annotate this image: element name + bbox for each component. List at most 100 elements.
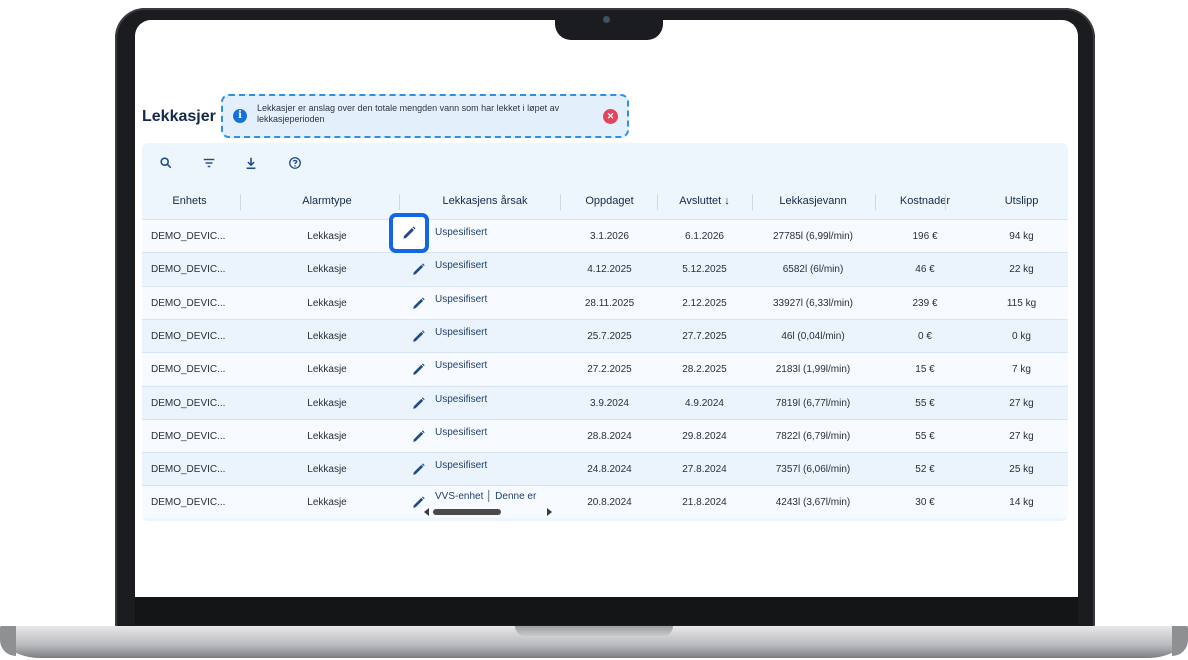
cause-cell: VVS-enhet │ Denne er xyxy=(435,491,537,503)
cost-cell: 46 € xyxy=(915,264,935,276)
ended-cell: 4.9.2024 xyxy=(685,397,724,409)
discovered-cell: 24.8.2024 xyxy=(587,464,632,476)
cause-cell: Uspesifisert xyxy=(435,227,488,238)
cost-cell: 239 € xyxy=(912,297,938,309)
alarm-type-cell: Lekkasje xyxy=(307,430,347,442)
emission-cell: 0 kg xyxy=(1012,330,1031,342)
column-header-cause[interactable]: Lekkasjens årsak xyxy=(410,183,560,219)
alarm-type-cell: Lekkasje xyxy=(307,231,347,242)
emission-cell: 27 kg xyxy=(1009,397,1034,409)
table-row[interactable]: DEMO_DEVIC... Lekkasje Uspesifisert 25.7.20… xyxy=(142,318,1068,352)
scrollbar-thumb[interactable] xyxy=(433,509,501,516)
ended-cell: 29.8.2024 xyxy=(682,430,727,442)
alarm-type-cell: Lekkasje xyxy=(307,397,347,409)
laptop-mockup: Lekkasjer i Lekkasjer er anslag over den… xyxy=(0,0,1188,660)
edit-cause-button[interactable] xyxy=(410,395,427,412)
table-row[interactable]: DEMO_DEVIC... Lekkasje Uspesifisert 4.12.20… xyxy=(142,252,1068,286)
edit-cause-button[interactable] xyxy=(410,461,427,478)
column-header-water[interactable]: Lekkasjevann xyxy=(752,183,874,219)
column-header-discovered[interactable]: Oppdaget xyxy=(562,183,657,219)
cost-cell: 55 € xyxy=(915,397,935,409)
water-cell: 7822l (6,79l/min) xyxy=(775,430,851,442)
edit-cause-button-highlighted[interactable] xyxy=(389,213,429,253)
water-cell: 7819l (6,77l/min) xyxy=(775,397,851,409)
alarm-type-cell: Lekkasje xyxy=(307,330,347,342)
alarm-type-cell: Lekkasje xyxy=(307,464,347,476)
download-icon[interactable] xyxy=(243,156,259,172)
device-cell: DEMO_DEVIC... xyxy=(151,364,226,376)
ended-cell: 27.7.2025 xyxy=(682,330,727,342)
table-row[interactable]: DEMO_DEVIC... Lekkasje Uspesifisert 24.8.20… xyxy=(142,452,1068,486)
edit-cause-button[interactable] xyxy=(410,361,427,378)
emission-cell: 27 kg xyxy=(1009,430,1034,442)
laptop-opening-notch xyxy=(515,626,673,636)
device-cell: DEMO_DEVIC... xyxy=(151,297,226,309)
water-cell: 27785l (6,99l/min) xyxy=(772,231,854,242)
cost-cell: 30 € xyxy=(915,497,935,509)
column-header-alarm-type[interactable]: Alarmtype xyxy=(252,183,402,219)
column-header-device[interactable]: Enhets xyxy=(142,183,237,219)
column-divider xyxy=(240,194,241,210)
column-divider xyxy=(560,194,561,210)
column-divider xyxy=(399,194,400,210)
scroll-left-arrow-icon[interactable] xyxy=(424,508,429,517)
cost-cell: 196 € xyxy=(912,231,938,242)
table-row[interactable]: DEMO_DEVIC... Lekkasje VVS-enhet │ Denne e… xyxy=(142,485,1068,519)
cause-cell: Uspesifisert xyxy=(435,293,488,305)
edit-cause-button[interactable] xyxy=(410,261,427,278)
ended-cell: 21.8.2024 xyxy=(682,497,727,509)
device-cell: DEMO_DEVIC... xyxy=(151,231,226,242)
column-divider xyxy=(945,194,946,210)
discovered-cell: 28.11.2025 xyxy=(584,297,635,309)
emission-cell: 14 kg xyxy=(1009,497,1034,509)
screen-bottom-bezel xyxy=(135,597,1078,625)
table-header: Enhets Alarmtype Lekkasjens årsak Oppdag… xyxy=(142,183,1068,219)
emission-cell: 22 kg xyxy=(1009,264,1034,276)
alarm-type-cell: Lekkasje xyxy=(307,497,347,509)
device-cell: DEMO_DEVIC... xyxy=(151,264,226,276)
filter-icon[interactable] xyxy=(201,156,217,172)
discovered-cell: 28.8.2024 xyxy=(587,430,632,442)
scroll-right-arrow-icon[interactable] xyxy=(547,508,552,517)
table-row[interactable]: DEMO_DEVIC... Lekkasje Uspesifisert 3.1.202… xyxy=(142,219,1068,252)
cause-cell: Uspesifisert xyxy=(435,426,488,438)
column-header-emission[interactable]: Utslipp xyxy=(975,183,1068,219)
alarm-type-cell: Lekkasje xyxy=(307,297,347,309)
water-cell: 2183l (1,99l/min) xyxy=(775,364,851,376)
discovered-cell: 20.8.2024 xyxy=(587,497,632,509)
discovered-cell: 3.9.2024 xyxy=(590,397,629,409)
cause-cell: Uspesifisert xyxy=(435,393,488,405)
device-cell: DEMO_DEVIC... xyxy=(151,330,226,342)
info-banner-text: Lekkasjer er anslag over den totale meng… xyxy=(257,103,560,124)
cost-cell: 55 € xyxy=(915,430,935,442)
water-cell: 33927l (6,33l/min) xyxy=(772,297,854,309)
edit-cause-button[interactable] xyxy=(410,428,427,445)
search-icon[interactable] xyxy=(158,156,174,172)
table-row[interactable]: DEMO_DEVIC... Lekkasje Uspesifisert 3.9.202… xyxy=(142,385,1068,419)
table-row[interactable]: DEMO_DEVIC... Lekkasje Uspesifisert 28.11.2… xyxy=(142,285,1068,319)
help-icon[interactable] xyxy=(287,156,303,172)
ended-cell: 5.12.2025 xyxy=(682,264,727,276)
page-title: Lekkasjer xyxy=(142,108,216,125)
table-row[interactable]: DEMO_DEVIC... Lekkasje Uspesifisert 28.8.20… xyxy=(142,418,1068,452)
edit-cause-button[interactable] xyxy=(410,328,427,345)
horizontal-scrollbar[interactable] xyxy=(424,508,552,517)
table-row[interactable]: DEMO_DEVIC... Lekkasje Uspesifisert 27.2.20… xyxy=(142,352,1068,386)
device-cell: DEMO_DEVIC... xyxy=(151,397,226,409)
water-cell: 7357l (6,06l/min) xyxy=(775,464,851,476)
edit-cause-button[interactable] xyxy=(410,295,427,312)
close-circle-icon[interactable]: ✕ xyxy=(603,109,618,124)
discovered-cell: 25.7.2025 xyxy=(587,330,632,342)
column-header-ended[interactable]: Avsluttet ↓ xyxy=(657,183,752,219)
ended-cell: 2.12.2025 xyxy=(682,297,727,309)
cost-cell: 15 € xyxy=(915,364,935,376)
device-cell: DEMO_DEVIC... xyxy=(151,430,226,442)
table-toolbar xyxy=(142,143,1068,183)
column-header-cost[interactable]: Kostnader xyxy=(875,183,975,219)
water-cell: 4243l (3,67l/min) xyxy=(775,497,851,509)
laptop-screen: Lekkasjer i Lekkasjer er anslag over den… xyxy=(135,20,1078,597)
discovered-cell: 4.12.2025 xyxy=(587,264,632,276)
emission-cell: 94 kg xyxy=(1009,231,1034,242)
cause-cell: Uspesifisert xyxy=(435,260,488,272)
cost-cell: 0 € xyxy=(918,330,932,342)
